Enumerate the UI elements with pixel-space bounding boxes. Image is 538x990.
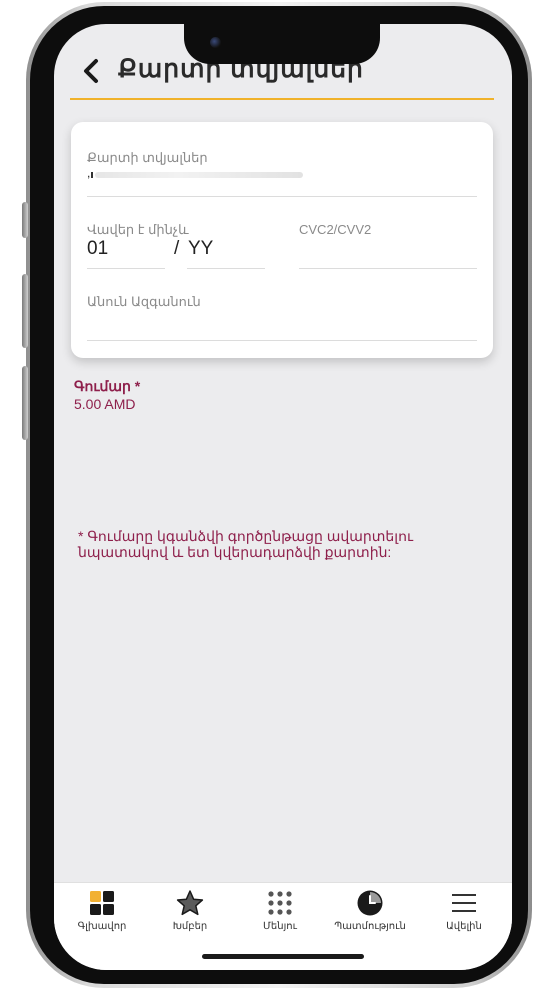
cvc-label: CVC2/CVV2 [299,222,372,237]
expiry-label: Վավեր է մինչև [87,222,189,237]
home-grid-icon [90,891,114,915]
amount-label: Գումար * [74,378,141,394]
tab-label: Ավելին [446,921,482,932]
card-number-field[interactable] [87,196,477,197]
hamburger-icon [452,894,476,912]
tab-more[interactable]: Ավելին [424,883,504,943]
tab-menu[interactable]: Մենյու [240,883,320,943]
card-details-form: Քարտի տվյալներ , Վավեր է մինչև 01 / YY C… [71,122,493,358]
tab-home[interactable]: Գլխավոր [62,883,142,943]
card-number-label: Քարտի տվյալներ [87,150,208,165]
header-divider [70,98,494,100]
expiry-month-value: 01 [87,238,109,259]
camera-icon [210,37,221,48]
expiry-year-value: YY [188,238,214,259]
volume-up-button [22,274,28,348]
cvc-input[interactable] [299,240,481,266]
tab-label: Մենյու [263,921,297,932]
tab-groups[interactable]: Խմբեր [150,883,230,943]
star-icon [176,890,204,916]
tab-label: Գլխավոր [77,921,127,932]
expiry-year-field[interactable] [187,268,265,269]
refund-note: * Գումարը կգանձվի գործընթացը ավարտելու ն… [78,528,414,560]
card-number-value: , [87,166,91,180]
menu-dots-icon [268,891,292,915]
notch [184,24,380,64]
tab-label: Պատմություն [334,921,406,932]
history-clock-icon [357,890,383,916]
masked-card-number [95,172,303,178]
expiry-separator: / [174,238,180,259]
home-indicator [202,954,364,959]
mute-switch [22,202,28,238]
cardholder-name-label: Անուն Ազգանուն [87,294,201,309]
expiry-month-field[interactable] [87,268,165,269]
tab-label: Խմբեր [172,921,208,932]
tab-history[interactable]: Պատմություն [330,883,410,943]
amount-value: 5.00 AMD [74,396,136,412]
app-screen: Քարտի տվյալներ Քարտի տվյալներ , Վավեր է … [54,24,512,970]
masked-number-start [91,172,93,178]
back-arrow-icon[interactable] [80,58,102,84]
cardholder-name-field[interactable] [87,340,477,341]
volume-down-button [22,366,28,440]
cvc-field-underline [299,268,477,269]
